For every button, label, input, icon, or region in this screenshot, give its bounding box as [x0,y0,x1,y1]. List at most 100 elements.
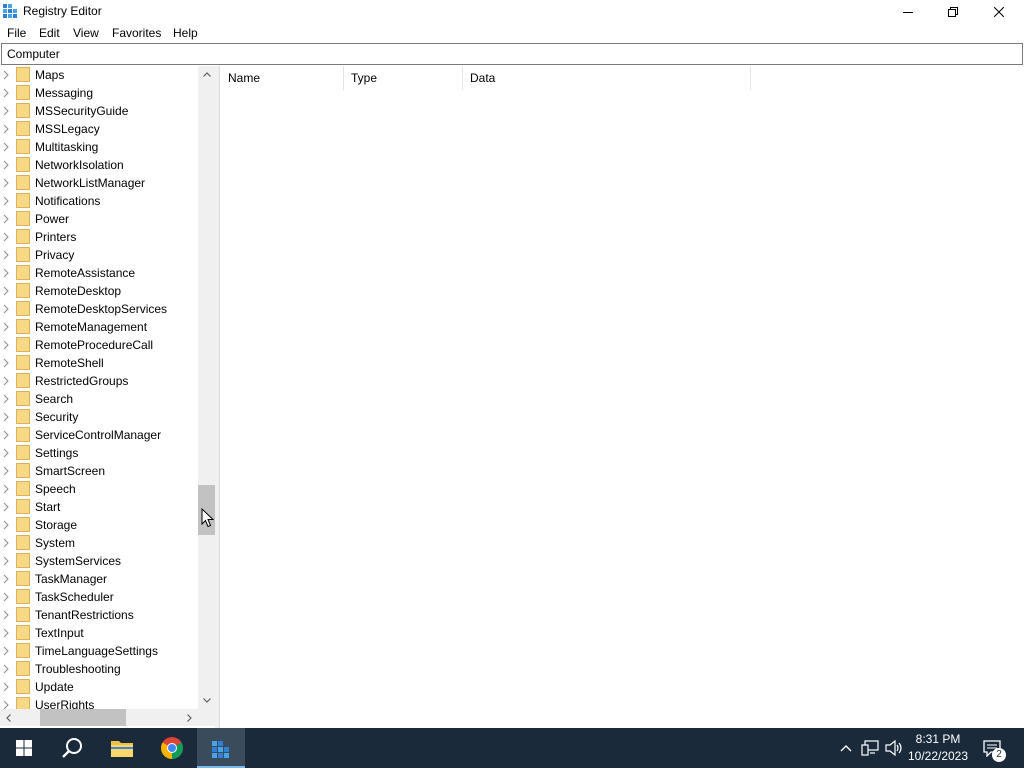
chevron-right-icon[interactable] [3,610,9,620]
chevron-right-icon[interactable] [3,88,9,98]
tree-item[interactable]: RemoteDesktopServices [0,300,198,318]
column-header-data[interactable]: Data [462,66,750,90]
chevron-right-icon[interactable] [3,502,9,512]
close-button[interactable] [976,0,1022,23]
tree-item[interactable]: RemoteDesktop [0,282,198,300]
chevron-right-icon[interactable] [3,592,9,602]
chevron-right-icon[interactable] [3,124,9,134]
tree-item[interactable]: Maps [0,66,198,84]
tree-item[interactable]: SmartScreen [0,462,198,480]
chevron-right-icon[interactable] [3,268,9,278]
chevron-right-icon[interactable] [3,430,9,440]
tree-horizontal-scroll-thumb[interactable] [40,709,127,726]
scroll-down-arrow[interactable] [198,692,215,709]
chevron-right-icon[interactable] [3,448,9,458]
tree-item[interactable]: Privacy [0,246,198,264]
values-list-pane[interactable]: Name Type Data [219,66,1024,728]
chevron-right-icon[interactable] [3,574,9,584]
tree-item[interactable]: RemoteManagement [0,318,198,336]
minimize-button[interactable] [885,0,931,23]
tree-item[interactable]: RestrictedGroups [0,372,198,390]
start-button[interactable] [0,728,48,768]
chevron-right-icon[interactable] [3,358,9,368]
chevron-right-icon[interactable] [3,484,9,494]
column-header-type[interactable]: Type [343,66,462,90]
tree-item[interactable]: TimeLanguageSettings [0,642,198,660]
chevron-right-icon[interactable] [3,628,9,638]
tree-item[interactable]: MSSLegacy [0,120,198,138]
registry-editor-taskbar-button[interactable] [197,728,245,768]
tree-item[interactable]: Power [0,210,198,228]
chevron-right-icon[interactable] [3,700,9,709]
tree-item[interactable]: Search [0,390,198,408]
chevron-right-icon[interactable] [3,682,9,692]
tree-item[interactable]: TaskScheduler [0,588,198,606]
tree-item[interactable]: MSSecurityGuide [0,102,198,120]
tree-horizontal-scrollbar[interactable] [0,709,198,726]
tree-item[interactable]: Storage [0,516,198,534]
chevron-right-icon[interactable] [3,466,9,476]
tree-item[interactable]: Speech [0,480,198,498]
chevron-right-icon[interactable] [3,412,9,422]
menu-help[interactable]: Help [173,26,198,40]
chevron-right-icon[interactable] [3,196,9,206]
chevron-right-icon[interactable] [3,376,9,386]
chevron-right-icon[interactable] [3,286,9,296]
tree-item[interactable]: Messaging [0,84,198,102]
show-hidden-icons-button[interactable] [836,738,856,758]
tree-item[interactable]: TaskManager [0,570,198,588]
file-explorer-button[interactable] [98,728,146,768]
tree-item[interactable]: Update [0,678,198,696]
menu-edit[interactable]: Edit [39,26,60,40]
volume-button[interactable] [884,738,904,758]
chevron-right-icon[interactable] [3,250,9,260]
chrome-button[interactable] [148,728,196,768]
tree-item[interactable]: Multitasking [0,138,198,156]
taskbar-clock[interactable]: 8:31 PM 10/22/2023 [905,731,971,765]
chevron-right-icon[interactable] [3,520,9,530]
menu-file[interactable]: File [7,26,26,40]
chevron-right-icon[interactable] [3,394,9,404]
chevron-right-icon[interactable] [3,142,9,152]
search-button[interactable] [48,728,96,768]
chevron-right-icon[interactable] [3,646,9,656]
chevron-right-icon[interactable] [3,556,9,566]
network-button[interactable] [860,738,880,758]
tree-item[interactable]: Start [0,498,198,516]
chevron-right-icon[interactable] [3,178,9,188]
tree-item[interactable]: Troubleshooting [0,660,198,678]
tree-item[interactable]: RemoteProcedureCall [0,336,198,354]
chevron-right-icon[interactable] [3,322,9,332]
tree-item[interactable]: Security [0,408,198,426]
menu-view[interactable]: View [73,26,99,40]
scroll-right-arrow[interactable] [181,709,198,726]
address-text[interactable]: Computer [7,47,60,61]
column-separator[interactable] [750,66,751,90]
tree-item[interactable]: NetworkListManager [0,174,198,192]
tree-item[interactable]: TenantRestrictions [0,606,198,624]
tree-item[interactable]: System [0,534,198,552]
chevron-right-icon[interactable] [3,232,9,242]
chevron-right-icon[interactable] [3,664,9,674]
tree-item[interactable]: NetworkIsolation [0,156,198,174]
column-header-name[interactable]: Name [220,66,343,90]
tree-vertical-scrollbar[interactable] [198,66,215,709]
chevron-right-icon[interactable] [3,214,9,224]
scroll-up-arrow[interactable] [198,66,215,83]
chevron-right-icon[interactable] [3,538,9,548]
title-bar[interactable]: Registry Editor [0,0,1024,23]
tree-item[interactable]: UserRights [0,696,198,709]
chevron-right-icon[interactable] [3,304,9,314]
restore-button[interactable] [930,0,976,23]
tree-item[interactable]: Notifications [0,192,198,210]
scroll-left-arrow[interactable] [0,709,17,726]
tree-item[interactable]: SystemServices [0,552,198,570]
chevron-right-icon[interactable] [3,160,9,170]
tree-item[interactable]: Settings [0,444,198,462]
tree-item[interactable]: TextInput [0,624,198,642]
menu-favorites[interactable]: Favorites [112,26,161,40]
tree-item[interactable]: RemoteShell [0,354,198,372]
tree-item[interactable]: Printers [0,228,198,246]
address-bar[interactable]: Computer [1,43,1023,65]
tree-item[interactable]: RemoteAssistance [0,264,198,282]
